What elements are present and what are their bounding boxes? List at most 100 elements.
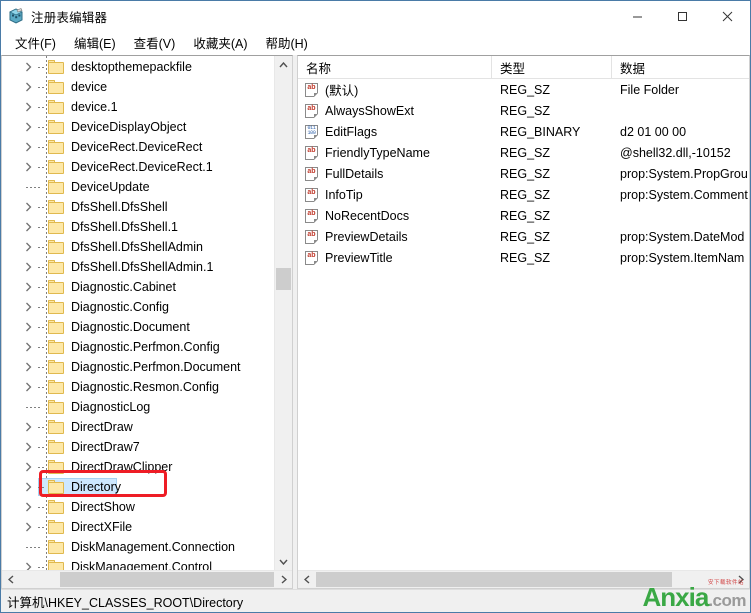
chevron-right-icon[interactable] — [20, 299, 36, 315]
tree-item[interactable]: device.1 — [2, 97, 274, 117]
tree-item[interactable]: DeviceRect.DeviceRect — [2, 137, 274, 157]
tree-item[interactable]: Diagnostic.Config — [2, 297, 274, 317]
tree-scroll-viewport[interactable]: desktopthemepackfile device device.1 Device… — [2, 56, 274, 570]
chevron-right-icon[interactable] — [20, 139, 36, 155]
chevron-right-icon[interactable] — [20, 459, 36, 475]
close-button[interactable] — [705, 1, 750, 31]
tree-item[interactable]: DfsShell.DfsShell.1 — [2, 217, 274, 237]
menu-file[interactable]: 文件(F) — [6, 31, 65, 54]
tree-horizontal-scrollbar[interactable] — [2, 570, 292, 588]
tree-item[interactable]: Diagnostic.Resmon.Config — [2, 377, 274, 397]
folder-icon — [48, 60, 65, 74]
tree-item[interactable]: DfsShell.DfsShell — [2, 197, 274, 217]
values-hscroll-track[interactable] — [315, 571, 732, 588]
value-row[interactable]: ab (默认) REG_SZ File Folder — [298, 79, 749, 100]
chevron-right-icon[interactable] — [20, 319, 36, 335]
tree-item[interactable]: Diagnostic.Cabinet — [2, 277, 274, 297]
main-content: desktopthemepackfile device device.1 Device… — [1, 55, 750, 589]
chevron-right-icon[interactable] — [20, 479, 36, 495]
string-value-icon: ab — [304, 208, 320, 224]
tree-item-label: DirectShow — [71, 500, 135, 514]
folder-icon — [48, 220, 65, 234]
minimize-button[interactable] — [615, 1, 660, 31]
tree-scroll-track[interactable] — [275, 73, 292, 553]
registry-editor-icon — [8, 8, 24, 24]
chevron-right-icon[interactable] — [20, 219, 36, 235]
tree-vertical-scrollbar[interactable] — [274, 56, 292, 570]
tree-item[interactable]: DirectDraw7 — [2, 437, 274, 457]
tree-item[interactable]: DfsShell.DfsShellAdmin.1 — [2, 257, 274, 277]
chevron-right-icon[interactable] — [20, 99, 36, 115]
chevron-right-icon[interactable] — [20, 379, 36, 395]
tree-item[interactable]: device — [2, 77, 274, 97]
tree-item[interactable]: desktopthemepackfile — [2, 57, 274, 77]
chevron-right-icon[interactable] — [20, 419, 36, 435]
value-row[interactable]: ab InfoTip REG_SZ prop:System.Comment — [298, 184, 749, 205]
tree-item-label: Diagnostic.Resmon.Config — [71, 380, 219, 394]
value-row[interactable]: ab FriendlyTypeName REG_SZ @shell32.dll,-10… — [298, 142, 749, 163]
tree-item[interactable]: DirectShow — [2, 497, 274, 517]
menu-edit[interactable]: 编辑(E) — [65, 31, 125, 54]
menu-help[interactable]: 帮助(H) — [256, 31, 316, 54]
folder-icon — [48, 120, 65, 134]
string-value-icon: ab — [304, 145, 320, 161]
tree-item[interactable]: DeviceDisplayObject — [2, 117, 274, 137]
tree-item[interactable]: DfsShell.DfsShellAdmin — [2, 237, 274, 257]
menu-favorites[interactable]: 收藏夹(A) — [184, 31, 256, 54]
value-row[interactable]: ab FullDetails REG_SZ prop:System.PropGrou — [298, 163, 749, 184]
tree-scroll-down-button[interactable] — [275, 553, 292, 570]
tree-hscroll-thumb[interactable] — [60, 572, 274, 587]
tree-item[interactable]: Directory — [2, 477, 274, 497]
chevron-right-icon[interactable] — [20, 79, 36, 95]
tree-scroll-left-button[interactable] — [2, 571, 19, 588]
tree-item[interactable]: Diagnostic.Perfmon.Config — [2, 337, 274, 357]
chevron-right-icon[interactable] — [20, 239, 36, 255]
chevron-right-icon[interactable] — [20, 499, 36, 515]
tree-scroll-right-button[interactable] — [275, 571, 292, 588]
tree-hscroll-track[interactable] — [19, 571, 275, 588]
tree-item-label: device — [71, 80, 108, 94]
value-name-text: InfoTip — [325, 187, 363, 202]
values-scroll-left-button[interactable] — [298, 571, 315, 588]
values-horizontal-scrollbar[interactable] — [298, 570, 749, 588]
values-hscroll-thumb[interactable] — [316, 572, 672, 587]
tree-item[interactable]: DeviceRect.DeviceRect.1 — [2, 157, 274, 177]
chevron-right-icon[interactable] — [20, 519, 36, 535]
value-row[interactable]: ab NoRecentDocs REG_SZ — [298, 205, 749, 226]
tree-item[interactable]: DirectXFile — [2, 517, 274, 537]
chevron-right-icon[interactable] — [20, 119, 36, 135]
column-header-name[interactable]: 名称 — [298, 56, 492, 78]
chevron-right-icon[interactable] — [20, 439, 36, 455]
tree-item[interactable]: Diagnostic.Perfmon.Document — [2, 357, 274, 377]
tree-item[interactable]: Diagnostic.Document — [2, 317, 274, 337]
tree-item-label: DiskManagement.Control — [71, 560, 213, 570]
value-row[interactable]: ab PreviewDetails REG_SZ prop:System.DateMo… — [298, 226, 749, 247]
chevron-right-icon[interactable] — [20, 199, 36, 215]
chevron-right-icon[interactable] — [20, 159, 36, 175]
tree-item-label: DeviceUpdate — [71, 180, 150, 194]
chevron-right-icon[interactable] — [20, 339, 36, 355]
tree-item[interactable]: DiskManagement.Control — [2, 557, 274, 570]
tree-item[interactable]: DirectDraw — [2, 417, 274, 437]
chevron-right-icon[interactable] — [20, 359, 36, 375]
menu-view[interactable]: 查看(V) — [125, 31, 185, 54]
tree-scroll-up-button[interactable] — [275, 56, 292, 73]
value-row[interactable]: ab AlwaysShowExt REG_SZ — [298, 100, 749, 121]
values-scroll-right-button[interactable] — [732, 571, 749, 588]
values-list-viewport[interactable]: ab (默认) REG_SZ File Folder ab AlwaysShowExt RE… — [298, 79, 749, 570]
tree-item[interactable]: DiagnosticLog — [2, 397, 274, 417]
value-row[interactable]: ab PreviewTitle REG_SZ prop:System.ItemNam — [298, 247, 749, 268]
tree-item[interactable]: DeviceUpdate — [2, 177, 274, 197]
tree-item[interactable]: DiskManagement.Connection — [2, 537, 274, 557]
chevron-right-icon[interactable] — [20, 259, 36, 275]
maximize-button[interactable] — [660, 1, 705, 31]
column-header-type[interactable]: 类型 — [492, 56, 612, 78]
tree-item[interactable]: DirectDrawClipper — [2, 457, 274, 477]
value-row[interactable]: 011 100 EditFlags REG_BINARY d2 01 00 00 — [298, 121, 749, 142]
chevron-right-icon[interactable] — [20, 59, 36, 75]
chevron-right-icon[interactable] — [20, 279, 36, 295]
tree-item-label: DfsShell.DfsShellAdmin — [71, 240, 203, 254]
chevron-right-icon[interactable] — [20, 559, 36, 570]
column-header-data[interactable]: 数据 — [612, 56, 749, 78]
tree-scroll-thumb[interactable] — [276, 268, 291, 290]
